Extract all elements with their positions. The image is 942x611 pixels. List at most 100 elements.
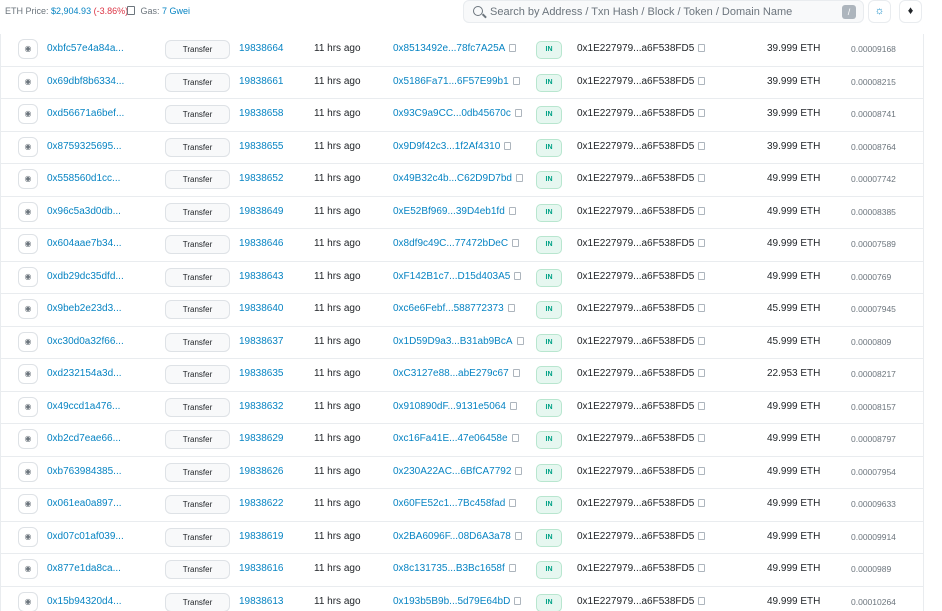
copy-icon[interactable]	[509, 499, 517, 507]
eye-icon[interactable]: ◉	[18, 364, 38, 384]
copy-icon[interactable]	[698, 499, 706, 507]
copy-icon[interactable]	[698, 239, 706, 247]
txn-hash-link[interactable]: 0x061ea0a897...	[47, 489, 122, 521]
eye-icon[interactable]: ◉	[18, 331, 38, 352]
from-address-link[interactable]: 0x8df9c49C...77472bDeC	[393, 238, 508, 249]
from-address-link[interactable]: 0xC3127e88...abE279c67	[393, 368, 509, 379]
block-link[interactable]: 19838616	[239, 554, 284, 586]
from-address-link[interactable]: 0xE52Bf969...39D4eb1fd	[393, 206, 505, 217]
txn-hash-link[interactable]: 0xd56671a6bef...	[47, 99, 124, 131]
block-link[interactable]: 19838640	[239, 294, 284, 326]
txn-hash-link[interactable]: 0x604aae7b34...	[47, 229, 122, 261]
copy-icon[interactable]	[514, 109, 522, 117]
copy-icon[interactable]	[698, 336, 706, 345]
txn-hash-link[interactable]: 0x49ccd1a476...	[47, 392, 120, 424]
copy-icon[interactable]	[698, 401, 706, 410]
copy-icon[interactable]	[511, 434, 519, 442]
txn-hash-link[interactable]: 0xd07c01af039...	[47, 522, 124, 554]
eye-icon[interactable]: ◉	[18, 461, 38, 482]
eye-icon[interactable]: ◉	[18, 266, 38, 287]
copy-icon[interactable]	[698, 76, 706, 85]
copy-icon[interactable]	[698, 109, 706, 117]
network-button[interactable]: ♦	[899, 0, 922, 23]
from-address-link[interactable]: 0xF142B1c7...D15d403A5	[393, 271, 510, 282]
block-link[interactable]: 19838619	[239, 522, 284, 554]
copy-icon[interactable]	[512, 369, 520, 377]
eye-icon[interactable]: ◉	[18, 71, 38, 92]
block-link[interactable]: 19838658	[239, 99, 284, 131]
txn-hash-link[interactable]: 0xd232154a3d...	[47, 359, 122, 391]
search-input[interactable]	[490, 4, 830, 20]
block-link[interactable]: 19838613	[239, 587, 284, 611]
block-link[interactable]: 19838652	[239, 164, 284, 196]
txn-hash-link[interactable]: 0x15b94320d4...	[47, 587, 122, 611]
copy-icon[interactable]	[508, 206, 516, 215]
block-link[interactable]: 19838643	[239, 262, 284, 294]
txn-hash-link[interactable]: 0xb763984385...	[47, 457, 122, 489]
copy-icon[interactable]	[698, 174, 706, 182]
eye-icon[interactable]: ◉	[18, 299, 38, 319]
txn-hash-link[interactable]: 0xb2cd7eae66...	[47, 424, 121, 456]
txn-hash-link[interactable]: 0x8759325695...	[47, 132, 122, 164]
copy-icon[interactable]	[509, 401, 517, 410]
from-address-link[interactable]: 0x910890dF...9131e5064	[393, 401, 506, 412]
copy-icon[interactable]	[504, 141, 512, 150]
copy-icon[interactable]	[698, 44, 706, 52]
copy-icon[interactable]	[698, 466, 706, 475]
block-link[interactable]: 19838649	[239, 197, 284, 229]
txn-hash-link[interactable]: 0x558560d1cc...	[47, 164, 120, 196]
txn-hash-link[interactable]: 0xbfc57e4a84a...	[47, 34, 124, 66]
from-address-link[interactable]: 0x60FE52c1...7Bc458fad	[393, 498, 505, 509]
copy-icon[interactable]	[512, 239, 520, 247]
block-link[interactable]: 19838637	[239, 327, 284, 359]
txn-hash-link[interactable]: 0x877e1da8ca...	[47, 554, 121, 586]
copy-icon[interactable]	[698, 141, 706, 150]
eye-icon[interactable]: ◉	[18, 429, 38, 449]
from-address-link[interactable]: 0x193b5B9b...5d79E64bD	[393, 596, 510, 607]
copy-icon[interactable]	[698, 369, 706, 377]
eye-icon[interactable]: ◉	[18, 104, 38, 124]
eye-icon[interactable]: ◉	[18, 201, 38, 222]
block-link[interactable]: 19838664	[239, 34, 284, 66]
block-link[interactable]: 19838661	[239, 67, 284, 99]
copy-icon[interactable]	[509, 44, 517, 52]
eye-icon[interactable]: ◉	[18, 169, 38, 189]
from-address-link[interactable]: 0x8c131735...B3Bc1658f	[393, 563, 505, 574]
copy-icon[interactable]	[698, 271, 706, 280]
copy-icon[interactable]	[698, 304, 706, 312]
txn-hash-link[interactable]: 0xdb29dc35dfd...	[47, 262, 124, 294]
from-address-link[interactable]: 0x1D59D9a3...B31ab9BcA	[393, 336, 513, 347]
eye-icon[interactable]: ◉	[18, 136, 38, 157]
txn-hash-link[interactable]: 0x96c5a3d0db...	[47, 197, 121, 229]
copy-icon[interactable]	[514, 596, 522, 605]
copy-icon[interactable]	[514, 531, 522, 540]
eye-icon[interactable]: ◉	[18, 591, 38, 611]
from-address-link[interactable]: 0x8513492e...78fc7A25A	[393, 43, 505, 54]
theme-toggle-button[interactable]: ☼	[868, 0, 891, 23]
copy-icon[interactable]	[507, 304, 515, 312]
block-link[interactable]: 19838655	[239, 132, 284, 164]
copy-icon[interactable]	[698, 531, 706, 540]
block-link[interactable]: 19838626	[239, 457, 284, 489]
txn-hash-link[interactable]: 0x69dbf8b6334...	[47, 67, 124, 99]
block-link[interactable]: 19838635	[239, 359, 284, 391]
eye-icon[interactable]: ◉	[18, 396, 38, 417]
from-address-link[interactable]: 0x5186Fa71...6F57E99b1	[393, 76, 509, 87]
copy-icon[interactable]	[698, 206, 706, 215]
copy-icon[interactable]	[514, 271, 522, 280]
block-link[interactable]: 19838646	[239, 229, 284, 261]
copy-icon[interactable]	[698, 564, 706, 572]
txn-hash-link[interactable]: 0x9beb2e23d3...	[47, 294, 122, 326]
eye-icon[interactable]: ◉	[18, 494, 38, 514]
from-address-link[interactable]: 0xc16Fa41E...47e06458e	[393, 433, 508, 444]
gas-value[interactable]: 7 Gwei	[162, 6, 190, 16]
eye-icon[interactable]: ◉	[18, 234, 38, 254]
copy-icon[interactable]	[512, 76, 520, 85]
from-address-link[interactable]: 0xc6e6Febf...588772373	[393, 303, 504, 314]
copy-icon[interactable]	[516, 336, 524, 345]
from-address-link[interactable]: 0x2BA6096F...08D6A3a78	[393, 531, 511, 542]
from-address-link[interactable]: 0x230A22AC...6BfCA7792	[393, 466, 511, 477]
block-link[interactable]: 19838629	[239, 424, 284, 456]
from-address-link[interactable]: 0x93C9a9CC...0db45670c	[393, 108, 511, 119]
eye-icon[interactable]: ◉	[18, 526, 38, 547]
